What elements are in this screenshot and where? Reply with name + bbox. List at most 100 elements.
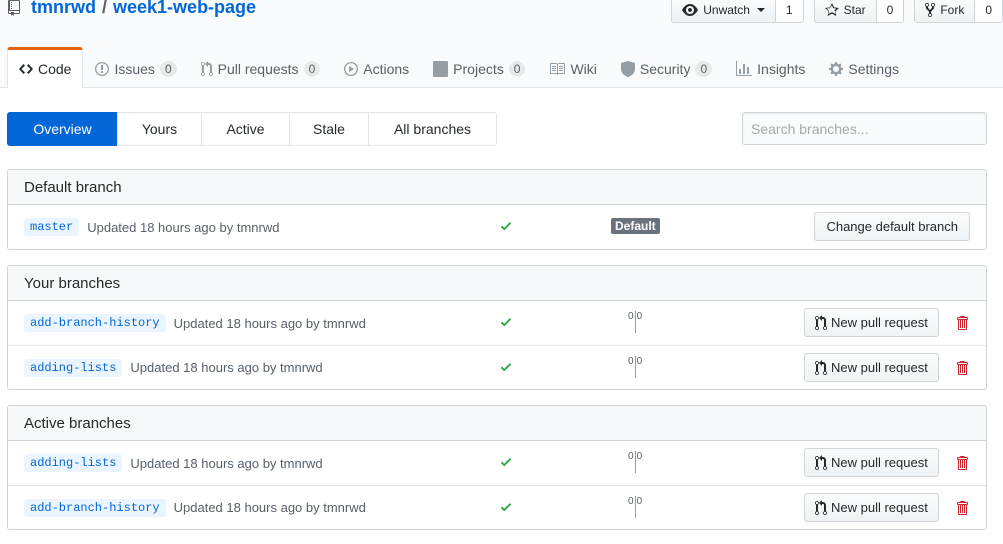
- project-icon: [433, 61, 449, 77]
- issues-counter: 0: [159, 61, 177, 77]
- ahead-behind-count: 00: [628, 451, 642, 473]
- branch-name[interactable]: adding-lists: [24, 358, 123, 377]
- path-separator: /: [102, 0, 108, 17]
- tab-actions-label: Actions: [363, 61, 410, 77]
- tab-insights[interactable]: Insights: [724, 47, 817, 89]
- fork-button[interactable]: Fork: [914, 0, 976, 23]
- default-branch-box: Default branch master Updated 18 hours a…: [7, 169, 987, 250]
- new-pull-request-button[interactable]: New pull request: [804, 448, 939, 477]
- trash-icon[interactable]: [956, 315, 968, 331]
- new-pull-request-button[interactable]: New pull request: [804, 353, 939, 382]
- trash-icon[interactable]: [956, 360, 968, 376]
- fork-label: Fork: [940, 3, 965, 17]
- tab-pull-requests-label: Pull requests: [217, 61, 299, 77]
- search-branches-input[interactable]: [742, 112, 987, 145]
- fork-icon: [925, 2, 936, 18]
- default-badge: Default: [611, 218, 660, 234]
- watchers-count[interactable]: 1: [775, 0, 804, 23]
- repo-header: tmnrwd / week1-web-page Unwatch 1 Star 0…: [0, 0, 1003, 89]
- tab-settings-label: Settings: [848, 61, 899, 77]
- check-icon: [500, 318, 512, 327]
- pull-request-icon: [200, 61, 213, 77]
- filter-active[interactable]: Active: [201, 112, 290, 146]
- ahead-behind-count: 00: [628, 356, 642, 378]
- pull-request-icon: [815, 499, 827, 515]
- new-pull-request-label: New pull request: [831, 315, 928, 330]
- star-icon: [824, 3, 839, 16]
- branch-row: master Updated 18 hours ago by tmnrwd De…: [8, 205, 986, 249]
- branch-name[interactable]: add-branch-history: [24, 314, 166, 332]
- trash-icon[interactable]: [956, 500, 968, 516]
- your-branches-heading: Your branches: [8, 266, 986, 301]
- trash-icon[interactable]: [956, 455, 968, 471]
- branch-updated: Updated 18 hours ago by tmnrwd: [173, 500, 366, 515]
- check-icon: [500, 363, 512, 372]
- repo-title: tmnrwd / week1-web-page: [8, 0, 256, 18]
- tab-pull-requests[interactable]: Pull requests 0: [189, 47, 333, 89]
- tab-issues-label: Issues: [114, 61, 155, 77]
- branch-row: adding-lists Updated 18 hours ago by tmn…: [8, 441, 986, 485]
- tab-projects[interactable]: Projects 0: [421, 47, 537, 89]
- repo-nav: Code Issues 0 Pull requests 0 Actions Pr…: [7, 47, 911, 89]
- tab-settings[interactable]: Settings: [817, 47, 911, 89]
- filter-all-branches[interactable]: All branches: [368, 112, 497, 146]
- ahead-behind-count: 00: [628, 496, 642, 518]
- new-pull-request-label: New pull request: [831, 455, 928, 470]
- branch-filter-nav: Overview Yours Active Stale All branches: [7, 112, 497, 146]
- ahead-count: 0: [636, 451, 643, 462]
- new-pull-request-button[interactable]: New pull request: [804, 308, 939, 337]
- book-icon: [550, 63, 566, 75]
- divider: [634, 356, 636, 378]
- tab-projects-label: Projects: [453, 61, 504, 77]
- new-pull-request-button[interactable]: New pull request: [804, 493, 939, 522]
- tab-security[interactable]: Security 0: [609, 47, 724, 89]
- watch-group: Unwatch 1: [671, 0, 804, 23]
- tab-wiki[interactable]: Wiki: [537, 47, 608, 89]
- divider: [634, 451, 636, 473]
- change-default-branch-button[interactable]: Change default branch: [814, 212, 970, 241]
- new-pull-request-label: New pull request: [831, 360, 928, 375]
- pull-requests-counter: 0: [303, 61, 321, 77]
- graph-icon: [736, 61, 753, 76]
- pull-request-icon: [815, 314, 827, 330]
- chevron-down-icon: [756, 8, 765, 12]
- shield-icon: [620, 61, 635, 77]
- repo-owner-link[interactable]: tmnrwd: [31, 0, 96, 18]
- tab-insights-label: Insights: [757, 61, 806, 77]
- filter-stale[interactable]: Stale: [289, 112, 369, 146]
- branch-name[interactable]: adding-lists: [24, 454, 123, 472]
- branch-name[interactable]: master: [24, 218, 80, 236]
- branch-updated: Updated 18 hours ago by tmnrwd: [130, 455, 323, 471]
- filter-yours[interactable]: Yours: [117, 112, 202, 146]
- ahead-count: 0: [636, 356, 643, 367]
- pull-request-icon: [815, 359, 827, 375]
- pull-request-icon: [815, 454, 827, 470]
- star-label: Star: [843, 3, 866, 17]
- behind-count: 0: [628, 496, 634, 507]
- branch-updated: Updated 18 hours ago by tmnrwd: [173, 315, 366, 331]
- branch-row: adding-lists Updated 18 hours ago by tmn…: [8, 345, 986, 389]
- branch-name[interactable]: add-branch-history: [24, 498, 166, 517]
- play-icon: [344, 62, 359, 76]
- tab-security-label: Security: [639, 61, 691, 77]
- tab-actions[interactable]: Actions: [332, 47, 421, 89]
- fork-group: Fork 0: [914, 0, 1003, 23]
- forks-count[interactable]: 0: [975, 0, 1003, 23]
- security-counter: 0: [695, 61, 713, 77]
- stargazers-count[interactable]: 0: [876, 0, 905, 23]
- repo-icon: [8, 0, 22, 16]
- tab-issues[interactable]: Issues 0: [83, 47, 188, 89]
- behind-count: 0: [628, 356, 634, 367]
- unwatch-button[interactable]: Unwatch: [671, 0, 776, 23]
- active-branches-heading: Active branches: [8, 406, 986, 441]
- eye-icon: [682, 4, 699, 16]
- repo-name-link[interactable]: week1-web-page: [113, 0, 256, 18]
- filter-overview[interactable]: Overview: [7, 112, 118, 146]
- repo-actions: Unwatch 1 Star 0 Fork 0: [671, 0, 1003, 23]
- branch-updated: Updated 18 hours ago by tmnrwd: [130, 360, 323, 375]
- tab-code[interactable]: Code: [7, 47, 84, 89]
- check-icon: [500, 222, 512, 231]
- behind-count: 0: [628, 451, 634, 462]
- check-icon: [500, 503, 512, 512]
- star-button[interactable]: Star: [813, 0, 877, 23]
